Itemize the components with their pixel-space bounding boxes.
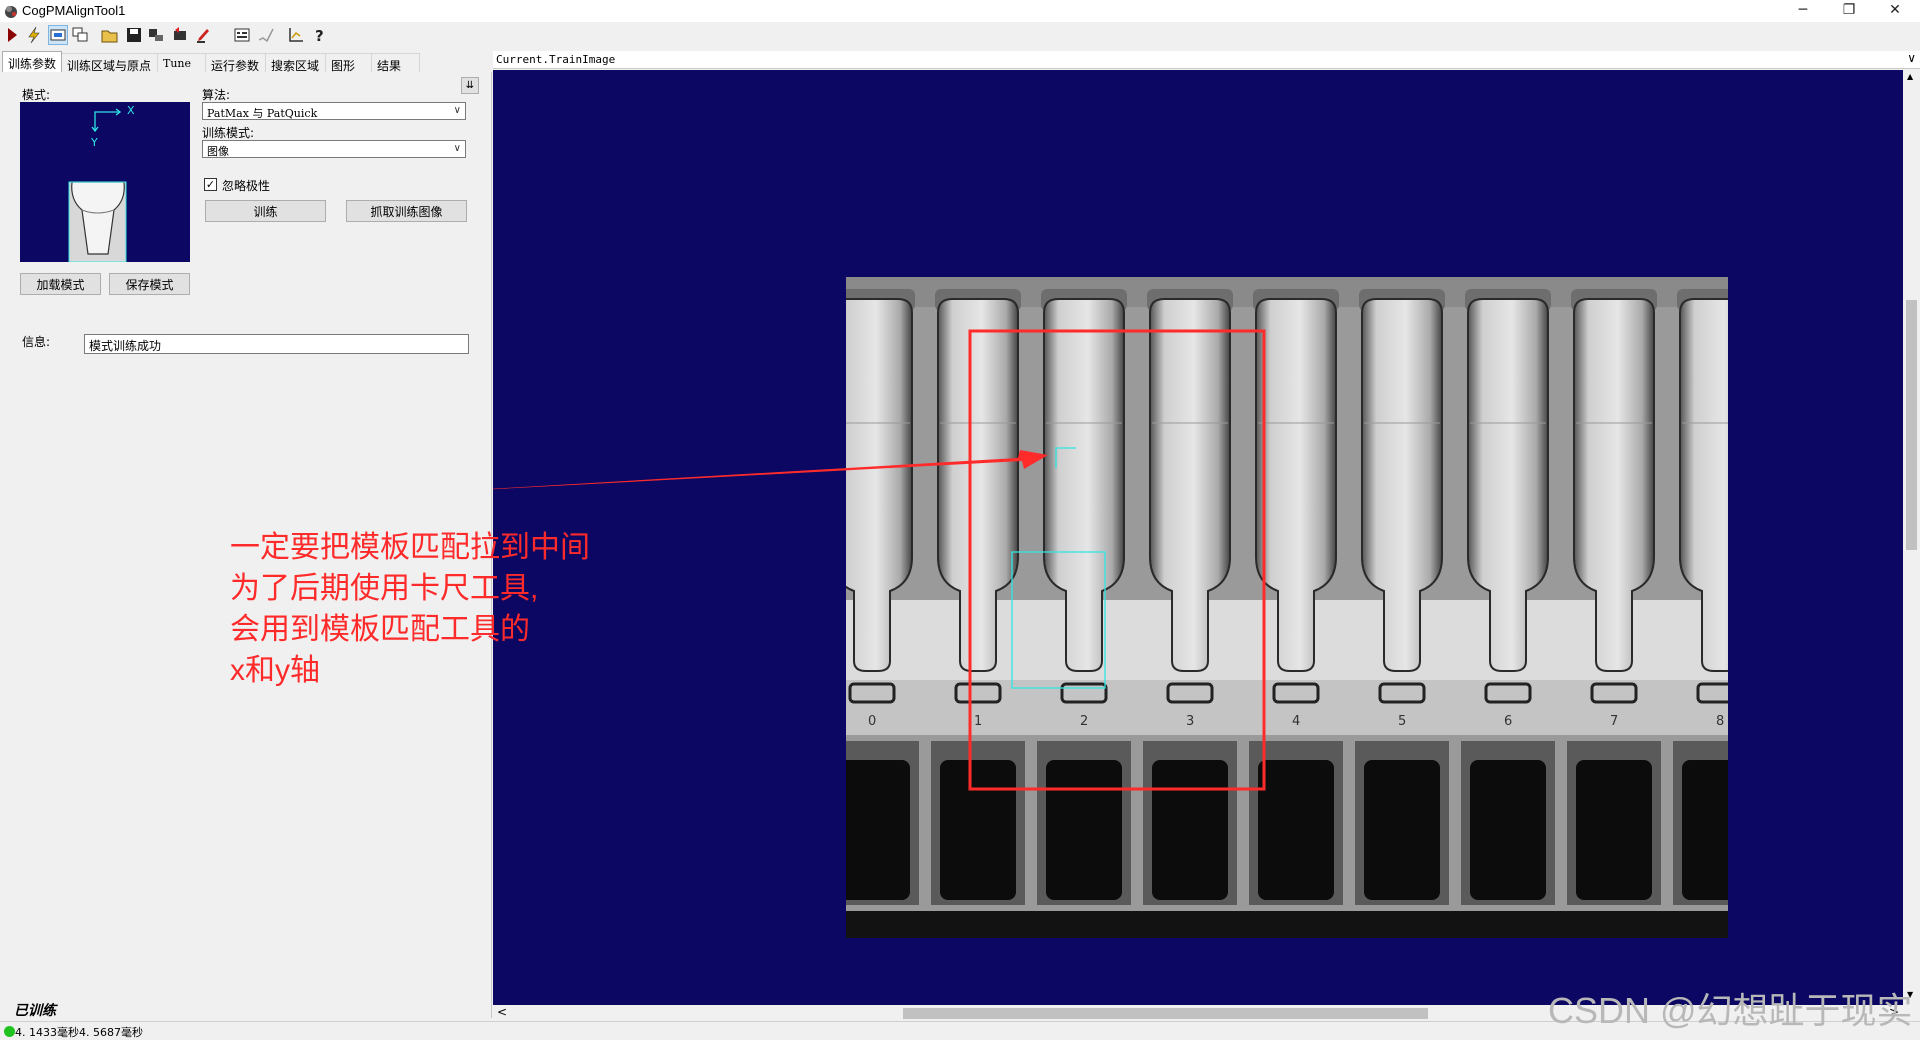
tab-results[interactable]: 结果 bbox=[372, 53, 420, 73]
tab-search-region[interactable]: 搜索区域 bbox=[266, 53, 326, 73]
reset-icon[interactable] bbox=[170, 25, 190, 45]
electric-icon[interactable] bbox=[24, 25, 44, 45]
run-icon[interactable] bbox=[2, 25, 22, 45]
algorithm-label: 算法: bbox=[202, 88, 231, 102]
chevron-down-icon: ∨ bbox=[453, 105, 461, 116]
tab-graphics[interactable]: 图形 bbox=[326, 53, 372, 73]
run-status-indicator bbox=[4, 1026, 15, 1037]
tab-train-region[interactable]: 训练区域与原点 bbox=[62, 53, 158, 73]
minimize-button[interactable]: ─ bbox=[1780, 0, 1826, 22]
load-pattern-button[interactable]: 加载模式 bbox=[20, 273, 101, 295]
image-display[interactable]: 0 1 2 3 4 5 6 7 8 bbox=[403, 70, 1903, 1005]
tab-train-params[interactable]: 训练参数 bbox=[2, 51, 62, 73]
pattern-image: X Y bbox=[68, 104, 135, 263]
vial bbox=[716, 289, 816, 908]
train-image-canvas: 0 1 2 3 4 5 6 7 8 bbox=[403, 277, 1728, 938]
chevron-down-icon[interactable]: ∨ bbox=[1907, 51, 1916, 65]
vial-number: 3 bbox=[1186, 714, 1194, 729]
title-bar: CogPMAlignTool1 ─ ❐ ✕ bbox=[0, 0, 1920, 22]
multi-image-icon[interactable] bbox=[70, 25, 90, 45]
timing-text: 4. 1433毫秒4. 5687毫秒 bbox=[15, 1026, 143, 1039]
vial-image: 0 1 2 3 4 5 6 7 8 bbox=[716, 277, 1728, 938]
pattern-preview: X Y bbox=[20, 102, 190, 263]
train-mode-select[interactable]: 图像 ∨ bbox=[202, 140, 466, 158]
vertical-scrollbar[interactable]: ▲ ▼ bbox=[1903, 70, 1920, 1005]
toolbar: ? bbox=[0, 22, 1920, 48]
train-mode-value: 图像 bbox=[207, 145, 229, 158]
open-icon[interactable] bbox=[100, 25, 120, 45]
collapse-button[interactable]: ⇊ bbox=[461, 77, 479, 94]
app-icon bbox=[5, 6, 17, 18]
tab-tune[interactable]: Tune bbox=[158, 53, 206, 73]
save-icon[interactable] bbox=[124, 25, 144, 45]
horizontal-scroll-thumb[interactable] bbox=[903, 1008, 1428, 1019]
edit-icon[interactable] bbox=[194, 25, 214, 45]
annotation-line: 为了后期使用卡尺工具, bbox=[230, 572, 539, 605]
annotation-line: x和y轴 bbox=[230, 654, 320, 687]
trained-status: 已训练 bbox=[14, 1003, 56, 1019]
chevron-down-icon: ∨ bbox=[453, 143, 461, 154]
pattern-axis-y: Y bbox=[90, 136, 98, 149]
info-label: 信息: bbox=[22, 335, 51, 349]
svg-text:?: ? bbox=[315, 27, 324, 44]
check-icon[interactable] bbox=[256, 25, 276, 45]
vertical-scroll-thumb[interactable] bbox=[1906, 300, 1917, 550]
annotation-text: 一定要把模板匹配拉到中间 为了后期使用卡尺工具, 会用到模板匹配工具的 x和y轴 bbox=[230, 527, 590, 691]
ignore-polarity-label: 忽略极性 bbox=[222, 179, 271, 193]
info-field[interactable]: 模式训练成功 bbox=[84, 334, 469, 354]
save-pattern-button[interactable]: 保存模式 bbox=[109, 273, 190, 295]
scroll-up-icon[interactable]: ▲ bbox=[1907, 72, 1913, 81]
restore-button[interactable]: ❐ bbox=[1826, 0, 1872, 22]
graph-icon[interactable] bbox=[286, 25, 306, 45]
vial-number: 7 bbox=[1610, 714, 1618, 729]
window-title: CogPMAlignTool1 bbox=[22, 3, 126, 18]
vial-number: 5 bbox=[1398, 714, 1406, 729]
algorithm-value: PatMax 与 PatQuick bbox=[207, 107, 318, 120]
tool-icon[interactable] bbox=[146, 25, 166, 45]
chart-icon[interactable] bbox=[232, 25, 252, 45]
annotation-line: 会用到模板匹配工具的 bbox=[230, 613, 530, 646]
close-button[interactable]: ✕ bbox=[1872, 0, 1918, 22]
pattern-label: 模式: bbox=[22, 88, 51, 102]
scroll-left-icon[interactable]: < bbox=[497, 1005, 507, 1019]
train-mode-label: 训练模式: bbox=[202, 126, 255, 140]
vial-number: 2 bbox=[1080, 714, 1088, 729]
vial-number: 8 bbox=[1716, 714, 1724, 729]
train-button[interactable]: 训练 bbox=[205, 200, 326, 222]
watermark: CSDN @幻想趾于现实 bbox=[1548, 990, 1913, 1031]
vial-number: 0 bbox=[868, 714, 876, 729]
pattern-axis-x: X bbox=[127, 104, 135, 117]
ignore-polarity-checkbox[interactable]: ✓ bbox=[204, 178, 217, 191]
annotation-line: 一定要把模板匹配拉到中间 bbox=[230, 531, 590, 564]
image-selector[interactable]: Current.TrainImage ∨ bbox=[493, 51, 1920, 69]
help-icon[interactable]: ? bbox=[310, 25, 330, 45]
image-source-icon[interactable] bbox=[48, 25, 68, 45]
tab-run-params[interactable]: 运行参数 bbox=[206, 53, 266, 73]
tab-strip: 训练参数 训练区域与原点 Tune 运行参数 搜索区域 图形 结果 bbox=[0, 51, 490, 73]
vial-number: 1 bbox=[974, 714, 982, 729]
algorithm-select[interactable]: PatMax 与 PatQuick ∨ bbox=[202, 102, 466, 120]
grab-train-image-button[interactable]: 抓取训练图像 bbox=[346, 200, 467, 222]
vial-number: 6 bbox=[1504, 714, 1512, 729]
image-name: Current.TrainImage bbox=[496, 53, 616, 66]
vial-number: 4 bbox=[1292, 714, 1300, 729]
